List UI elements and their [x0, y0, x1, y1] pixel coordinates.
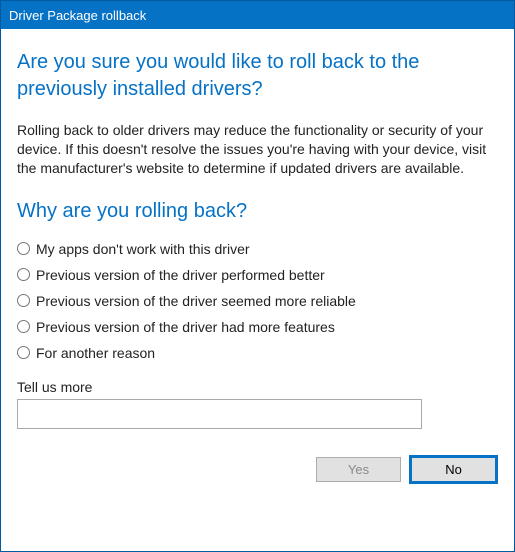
dialog-content: Are you sure you would like to roll back…	[1, 29, 514, 494]
option-label: For another reason	[36, 345, 155, 361]
options-group: My apps don't work with this driver Prev…	[17, 241, 498, 361]
option-apps-dont-work[interactable]: My apps don't work with this driver	[17, 241, 498, 257]
body-text: Rolling back to older drivers may reduce…	[17, 121, 498, 178]
yes-button[interactable]: Yes	[316, 457, 401, 482]
radio-performed-better[interactable]	[17, 268, 30, 281]
dialog-window: Driver Package rollback Are you sure you…	[0, 0, 515, 552]
tellmore-input[interactable]	[17, 399, 422, 429]
option-performed-better[interactable]: Previous version of the driver performed…	[17, 267, 498, 283]
option-more-features[interactable]: Previous version of the driver had more …	[17, 319, 498, 335]
titlebar: Driver Package rollback	[1, 1, 514, 29]
option-label: Previous version of the driver performed…	[36, 267, 325, 283]
option-more-reliable[interactable]: Previous version of the driver seemed mo…	[17, 293, 498, 309]
radio-more-reliable[interactable]	[17, 294, 30, 307]
option-another-reason[interactable]: For another reason	[17, 345, 498, 361]
window-title: Driver Package rollback	[9, 8, 146, 23]
main-heading: Are you sure you would like to roll back…	[17, 49, 498, 103]
option-label: My apps don't work with this driver	[36, 241, 250, 257]
button-row: Yes No	[17, 457, 498, 482]
radio-more-features[interactable]	[17, 320, 30, 333]
no-button[interactable]: No	[411, 457, 496, 482]
radio-apps-dont-work[interactable]	[17, 242, 30, 255]
option-label: Previous version of the driver seemed mo…	[36, 293, 356, 309]
radio-another-reason[interactable]	[17, 346, 30, 359]
option-label: Previous version of the driver had more …	[36, 319, 335, 335]
tellmore-label: Tell us more	[17, 379, 498, 395]
sub-heading: Why are you rolling back?	[17, 200, 498, 223]
